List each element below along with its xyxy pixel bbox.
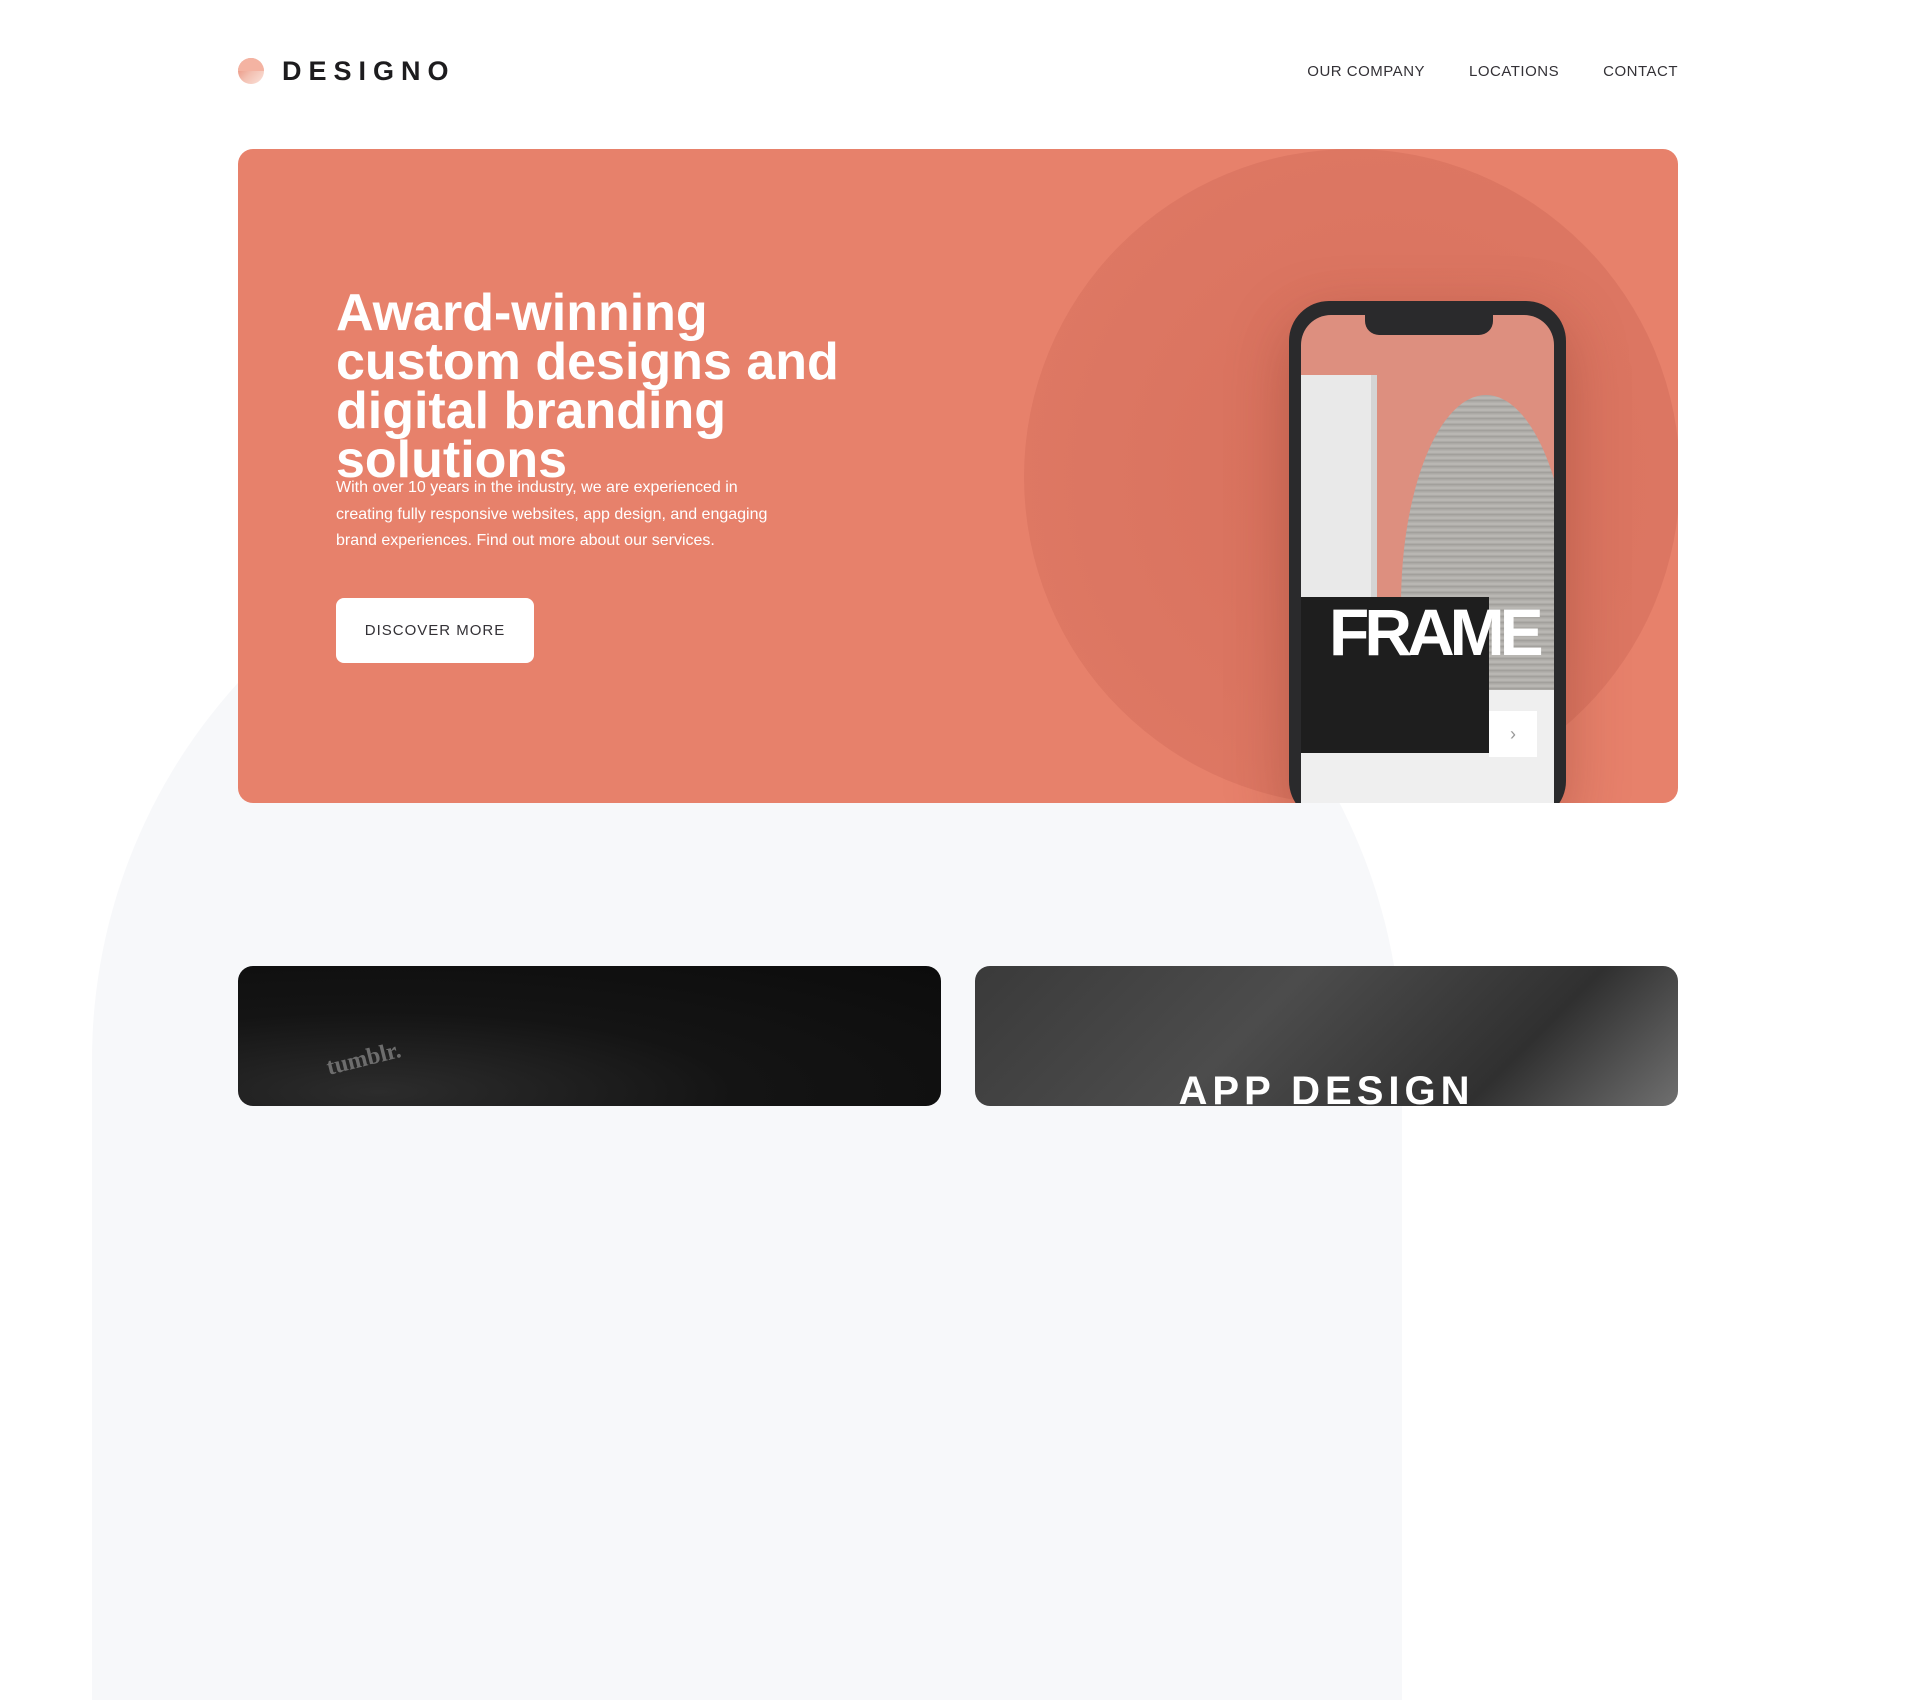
main-nav: OUR COMPANY LOCATIONS CONTACT (1307, 63, 1678, 80)
hero-section: Award-winning custom designs and digital… (238, 149, 1678, 803)
chevron-right-icon[interactable]: › (1489, 711, 1537, 757)
nav-link-contact[interactable]: CONTACT (1603, 63, 1678, 80)
project-card-web-design[interactable]: tumblr. (238, 966, 941, 1106)
phone-notch (1365, 315, 1493, 335)
hero-description: With over 10 years in the industry, we a… (336, 479, 768, 549)
nav-link-our-company[interactable]: OUR COMPANY (1307, 63, 1425, 80)
project-card-app-design[interactable]: APP DESIGN (975, 966, 1678, 1106)
logo-mark-icon (238, 58, 264, 84)
project-card-title: APP DESIGN (1178, 1069, 1475, 1106)
hero-title: Award-winning custom designs and digital… (336, 284, 839, 489)
nav-link-locations[interactable]: LOCATIONS (1469, 63, 1559, 80)
logo-text: DESIGNO (282, 55, 456, 86)
logo[interactable]: DESIGNO (238, 56, 456, 87)
discover-more-button[interactable]: DISCOVER MORE (336, 598, 534, 663)
tumblr-image-text: tumblr. (323, 1037, 404, 1081)
frame-logo-text: FRAME (1329, 595, 1544, 669)
phone-screen: FRAME › (1301, 315, 1554, 803)
phone-mockup: FRAME › (1289, 301, 1566, 803)
site-header: DESIGNO OUR COMPANY LOCATIONS CONTACT (238, 54, 1678, 88)
